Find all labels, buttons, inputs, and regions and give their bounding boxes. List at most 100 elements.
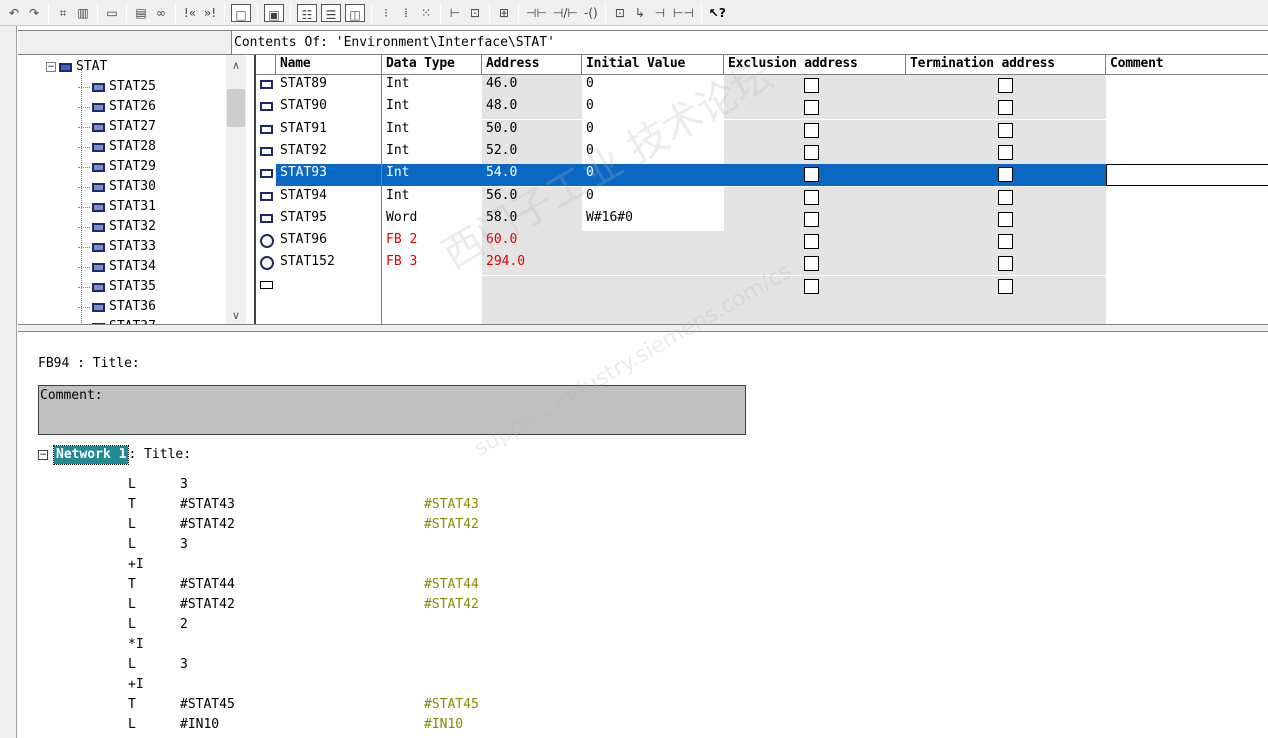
tree-root-stat[interactable]: − STAT <box>46 58 107 76</box>
cell-type[interactable]: Int <box>382 187 482 209</box>
toolbar-button-icon[interactable]: ⁞ <box>397 3 415 23</box>
toolbar-button-icon[interactable]: □ <box>231 3 251 22</box>
cell-type[interactable]: FB 2 <box>382 231 482 253</box>
toolbar-button-icon[interactable]: -() <box>582 3 600 23</box>
collapse-icon[interactable]: − <box>38 450 48 460</box>
toolbar-button-icon[interactable]: ⊢⊣ <box>671 3 696 23</box>
table-row[interactable]: STAT152 FB 3 294.0 <box>256 253 1268 276</box>
toolbar-button-icon[interactable]: !« <box>181 3 199 23</box>
cell-type[interactable]: Word <box>382 209 482 231</box>
tree-item[interactable]: STAT26 <box>78 97 156 117</box>
cell-address[interactable]: 54.0 <box>482 164 582 187</box>
table-row[interactable]: STAT91 Int 50.0 0 <box>256 119 1268 142</box>
column-header[interactable]: Comment <box>1106 55 1268 75</box>
stl-operand[interactable]: 3 <box>180 475 188 495</box>
cell-name[interactable]: STAT90 <box>276 97 382 119</box>
stl-operand[interactable]: 2 <box>180 615 188 635</box>
cell-name[interactable]: STAT91 <box>276 120 382 142</box>
toolbar-button-icon[interactable]: ▭ <box>103 3 121 23</box>
scroll-thumb[interactable] <box>227 89 245 127</box>
stl-operand[interactable]: #STAT45 <box>180 695 235 715</box>
cell-type[interactable]: Int <box>382 164 482 187</box>
tree-item[interactable]: STAT30 <box>78 177 156 197</box>
exclusion-address-checkbox[interactable] <box>804 234 819 250</box>
cell-type[interactable]: Int <box>382 120 482 142</box>
tree-item[interactable]: STAT36 <box>78 297 156 317</box>
cell-comment[interactable] <box>1106 209 1268 231</box>
toolbar-button-icon[interactable]: ◫ <box>345 3 365 22</box>
cell-initial[interactable] <box>582 231 724 254</box>
tree-item[interactable]: STAT27 <box>78 117 156 137</box>
toolbar-button-icon[interactable]: ▤ <box>132 3 150 23</box>
toolbar-button-icon[interactable]: »! <box>201 3 219 23</box>
toolbar-button-icon[interactable]: ▣ <box>264 3 284 22</box>
cell-address[interactable]: 56.0 <box>482 186 582 209</box>
cell-name[interactable]: STAT94 <box>276 187 382 209</box>
toolbar-button-icon[interactable]: ↶ <box>5 3 23 23</box>
table-row[interactable]: STAT94 Int 56.0 0 <box>256 186 1268 209</box>
stl-operator[interactable]: *I <box>128 635 144 655</box>
termination-address-checkbox[interactable] <box>998 167 1013 183</box>
cell-comment[interactable] <box>1106 75 1268 97</box>
cell-initial[interactable]: 0 <box>582 142 724 164</box>
termination-address-checkbox[interactable] <box>998 78 1013 93</box>
termination-address-checkbox[interactable] <box>998 256 1013 272</box>
stl-operand[interactable]: #STAT42 <box>180 595 235 615</box>
exclusion-address-checkbox[interactable] <box>804 122 819 138</box>
toolbar-button-icon[interactable]: ⁙ <box>417 3 435 23</box>
stl-operand[interactable]: 3 <box>180 535 188 555</box>
tree-item[interactable]: STAT33 <box>78 237 156 257</box>
tree-item[interactable]: STAT25 <box>78 77 156 97</box>
cell-initial[interactable]: 0 <box>582 97 724 119</box>
stl-operand[interactable]: #IN10 <box>180 715 219 735</box>
tree-item[interactable]: STAT35 <box>78 277 156 297</box>
network-title[interactable]: : Title: <box>128 446 191 464</box>
cell-address[interactable]: 294.0 <box>482 253 582 276</box>
cell-comment[interactable] <box>1106 231 1268 253</box>
toolbar-button-icon[interactable]: ☰ <box>321 3 341 22</box>
toolbar-button-icon[interactable]: ↖? <box>707 3 728 23</box>
block-title[interactable]: FB94 : Title: <box>38 355 140 373</box>
tree-scrollbar[interactable]: ∧ ∨ <box>226 55 246 327</box>
cell-initial[interactable] <box>582 253 724 276</box>
cell-initial[interactable]: 0 <box>582 75 724 97</box>
table-row[interactable] <box>256 275 1268 298</box>
cell-address[interactable]: 46.0 <box>482 75 582 97</box>
table-row[interactable]: STAT96 FB 2 60.0 <box>256 231 1268 254</box>
column-header[interactable]: Address <box>482 55 582 75</box>
toolbar-button-icon[interactable]: ☷ <box>297 3 317 22</box>
toolbar-button-icon[interactable]: ⊞ <box>495 3 513 23</box>
toolbar-button-icon[interactable]: ∞ <box>152 3 170 23</box>
cell-name[interactable]: STAT95 <box>276 209 382 231</box>
toolbar-button-icon[interactable]: ⊣/⊢ <box>551 3 580 23</box>
toolbar-button-icon[interactable]: ⊣ <box>651 3 669 23</box>
cell-initial[interactable] <box>582 275 724 298</box>
stl-operator[interactable]: +I <box>128 555 144 575</box>
toolbar-button-icon[interactable]: ⌗ <box>54 3 72 23</box>
cell-name[interactable]: STAT93 <box>276 164 382 187</box>
tree-item[interactable]: STAT28 <box>78 137 156 157</box>
stl-operator[interactable]: T <box>128 575 136 595</box>
exclusion-address-checkbox[interactable] <box>804 256 819 272</box>
toolbar-button-icon[interactable]: ▥ <box>74 3 92 23</box>
stl-operand[interactable]: #STAT44 <box>180 575 235 595</box>
cell-initial[interactable]: 0 <box>582 164 724 187</box>
cell-initial[interactable]: W#16#0 <box>582 209 724 231</box>
stl-operator[interactable]: L <box>128 715 136 735</box>
cell-comment[interactable] <box>1106 120 1268 142</box>
tree-item[interactable]: STAT31 <box>78 197 156 217</box>
table-row[interactable]: STAT93 Int 54.0 0 <box>256 164 1268 187</box>
stl-operator[interactable]: T <box>128 495 136 515</box>
scroll-down-icon[interactable]: ∨ <box>226 309 246 322</box>
cell-address[interactable]: 50.0 <box>482 119 582 142</box>
exclusion-address-checkbox[interactable] <box>804 211 819 227</box>
termination-address-checkbox[interactable] <box>998 189 1013 205</box>
termination-address-checkbox[interactable] <box>998 100 1013 116</box>
toolbar-button-icon[interactable]: ↳ <box>631 3 649 23</box>
stl-operator[interactable]: L <box>128 475 136 495</box>
table-row[interactable]: STAT90 Int 48.0 0 <box>256 97 1268 120</box>
stl-operator[interactable]: L <box>128 655 136 675</box>
exclusion-address-checkbox[interactable] <box>804 189 819 205</box>
cell-type[interactable]: Int <box>382 75 482 97</box>
stl-operand[interactable]: #STAT43 <box>180 495 235 515</box>
